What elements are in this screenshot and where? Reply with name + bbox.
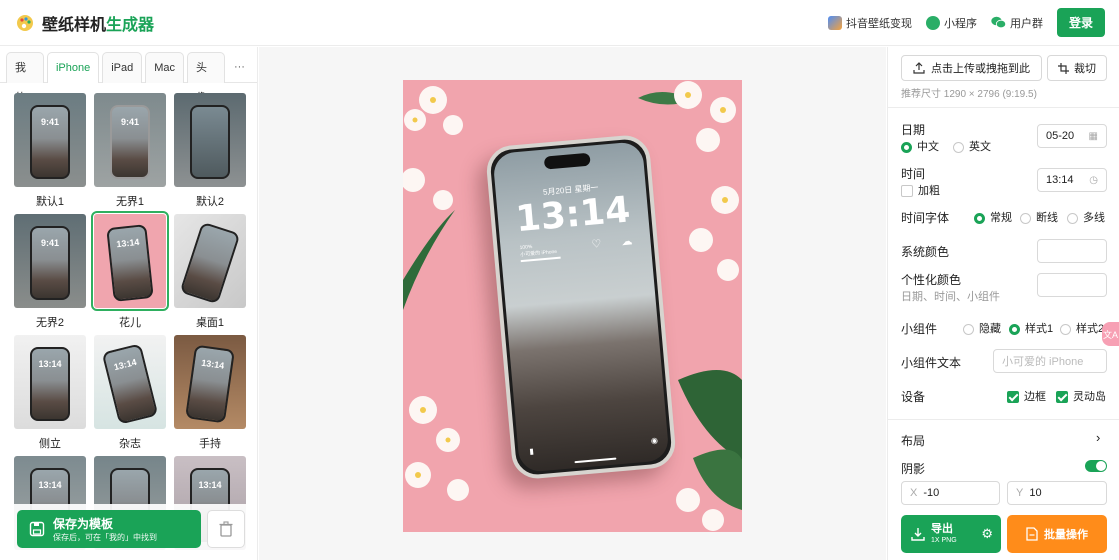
chevron-right-icon[interactable]: › bbox=[1096, 430, 1100, 445]
time-input[interactable]: 13:14 ◷ bbox=[1037, 168, 1107, 192]
logo[interactable]: 壁纸样机生成器 bbox=[16, 11, 154, 35]
palette-icon bbox=[17, 14, 33, 31]
tab-avatar[interactable]: 头像 bbox=[187, 52, 225, 104]
delete-button[interactable] bbox=[207, 510, 245, 548]
download-icon bbox=[911, 528, 925, 541]
batch-button[interactable]: 批量操作 bbox=[1007, 515, 1107, 553]
widget-text-input[interactable]: 小可爱的 iPhone bbox=[993, 349, 1107, 373]
font-broken-radio[interactable]: 断线 bbox=[1020, 209, 1058, 225]
preview-area: 5月20日 星期一 13:14 100% 小可爱的 iPhone ♡ ☁ ▮ ◉ bbox=[259, 47, 886, 560]
date-english-radio[interactable]: 英文 bbox=[953, 138, 991, 154]
template-sidebar: 我的 iPhone iPad Mac 头像 ··· 9:41 默认1 9:41 … bbox=[0, 47, 258, 560]
shadow-x-input[interactable]: X -10 bbox=[901, 481, 1000, 505]
widget-hide-radio[interactable]: 隐藏 bbox=[963, 320, 1001, 336]
system-color-label: 系统颜色 bbox=[901, 245, 950, 259]
widget-text-label: 小组件文本 bbox=[901, 356, 962, 370]
translate-icon[interactable]: 文A bbox=[1102, 322, 1119, 346]
miniprogram-icon bbox=[925, 15, 940, 30]
device-label: 设备 bbox=[901, 390, 926, 404]
battery-widget: 100% 小可爱的 iPhone bbox=[519, 242, 561, 263]
system-color-picker[interactable] bbox=[1037, 239, 1107, 263]
document-icon bbox=[1026, 527, 1038, 541]
divider bbox=[888, 419, 1119, 420]
date-input[interactable]: 05-20 ▦ bbox=[1037, 124, 1107, 148]
clock-icon: ◷ bbox=[1089, 174, 1098, 186]
gear-icon[interactable]: ⚙ bbox=[981, 526, 993, 542]
tab-ipad[interactable]: iPad bbox=[102, 52, 143, 83]
save-template-button[interactable]: 保存为模板 保存后，可在「我的」中找到 bbox=[17, 510, 201, 548]
frame-checkbox[interactable]: 边框 bbox=[1007, 388, 1046, 404]
douyin-icon bbox=[827, 15, 842, 30]
template-thumb[interactable]: 13:14 手持 bbox=[174, 335, 246, 450]
custom-color-picker[interactable] bbox=[1037, 273, 1107, 297]
shadow-y-input[interactable]: Y 10 bbox=[1007, 481, 1107, 505]
crop-icon bbox=[1058, 62, 1069, 74]
crop-button[interactable]: 裁切 bbox=[1047, 55, 1107, 81]
time-label: 时间 bbox=[901, 167, 926, 181]
widget-style1-radio[interactable]: 样式1 bbox=[1009, 320, 1053, 336]
link-miniprogram[interactable]: 小程序 bbox=[925, 15, 977, 31]
widget-style2-radio[interactable]: 样式2 bbox=[1060, 320, 1104, 336]
settings-panel: 点击上传或拽拖到此 裁切 推荐尺寸 1290 × 2796 (9:19.5) 日… bbox=[887, 47, 1119, 560]
mockup-canvas[interactable]: 5月20日 星期一 13:14 100% 小可爱的 iPhone ♡ ☁ ▮ ◉ bbox=[403, 80, 742, 532]
shadow-label: 阴影 bbox=[901, 462, 926, 476]
export-button[interactable]: 导出 1X PNG ⚙ bbox=[901, 515, 1001, 553]
calendar-icon: ▦ bbox=[1088, 130, 1098, 142]
tab-iphone[interactable]: iPhone bbox=[46, 52, 100, 83]
custom-color-sub: 日期、时间、小组件 bbox=[901, 291, 1000, 303]
link-user-group[interactable]: 用户群 bbox=[991, 15, 1043, 31]
divider bbox=[888, 107, 1119, 108]
template-grid: 9:41 默认1 9:41 无界1 默认2 9:41 无界2 13:14 花儿 … bbox=[14, 93, 250, 560]
template-tabs: 我的 iPhone iPad Mac 头像 ··· bbox=[0, 47, 257, 104]
font-regular-radio[interactable]: 常规 bbox=[974, 209, 1012, 225]
upload-icon bbox=[913, 62, 925, 74]
template-thumb[interactable]: 桌面1 bbox=[174, 214, 246, 329]
tab-mine[interactable]: 我的 bbox=[6, 52, 44, 104]
save-bar: 保存为模板 保存后，可在「我的」中找到 bbox=[0, 504, 257, 560]
login-button[interactable]: 登录 bbox=[1056, 8, 1105, 37]
trash-icon bbox=[219, 521, 233, 537]
template-thumb[interactable]: 13:14 杂志 bbox=[94, 335, 166, 450]
cloud-icon: ☁ bbox=[620, 235, 633, 249]
template-thumb[interactable]: 9:41 无界1 bbox=[94, 93, 166, 208]
heart-icon: ♡ bbox=[591, 237, 602, 251]
size-hint: 推荐尺寸 1290 × 2796 (9:19.5) bbox=[901, 89, 1037, 100]
template-thumb[interactable]: 9:41 无界2 bbox=[14, 214, 86, 329]
date-label: 日期 bbox=[901, 123, 926, 137]
save-icon bbox=[29, 521, 45, 537]
template-thumb[interactable]: 默认2 bbox=[174, 93, 246, 208]
template-thumb[interactable]: 9:41 默认1 bbox=[14, 93, 86, 208]
brand-title: 壁纸样机生成器 bbox=[42, 16, 155, 34]
template-thumb[interactable]: 13:14 侧立 bbox=[14, 335, 86, 450]
flashlight-icon: ▮ bbox=[529, 446, 535, 457]
tab-mac[interactable]: Mac bbox=[145, 52, 185, 83]
template-thumb-selected[interactable]: 13:14 花儿 bbox=[91, 211, 169, 329]
more-tabs-button[interactable]: ··· bbox=[228, 52, 251, 83]
wechat-icon bbox=[991, 16, 1006, 29]
upload-button[interactable]: 点击上传或拽拖到此 bbox=[901, 55, 1042, 81]
phone-mockup: 5月20日 星期一 13:14 100% 小可爱的 iPhone ♡ ☁ ▮ ◉ bbox=[484, 133, 678, 481]
custom-color-label: 个性化颜色 bbox=[901, 273, 962, 287]
top-header: 壁纸样机生成器 抖音壁纸变现 小程序 用户群 登录 bbox=[0, 0, 1119, 46]
layout-label[interactable]: 布局 bbox=[901, 432, 925, 449]
widget-label: 小组件 bbox=[901, 322, 938, 336]
dynamic-island-checkbox[interactable]: 灵动岛 bbox=[1056, 388, 1106, 404]
camera-icon: ◉ bbox=[650, 435, 659, 446]
bold-checkbox[interactable]: 加粗 bbox=[901, 182, 940, 198]
shadow-toggle[interactable] bbox=[1085, 460, 1107, 472]
time-font-label: 时间字体 bbox=[901, 211, 950, 225]
date-chinese-radio[interactable]: 中文 bbox=[901, 138, 939, 154]
link-douyin[interactable]: 抖音壁纸变现 bbox=[827, 15, 912, 31]
font-multiline-radio[interactable]: 多线 bbox=[1067, 209, 1105, 225]
